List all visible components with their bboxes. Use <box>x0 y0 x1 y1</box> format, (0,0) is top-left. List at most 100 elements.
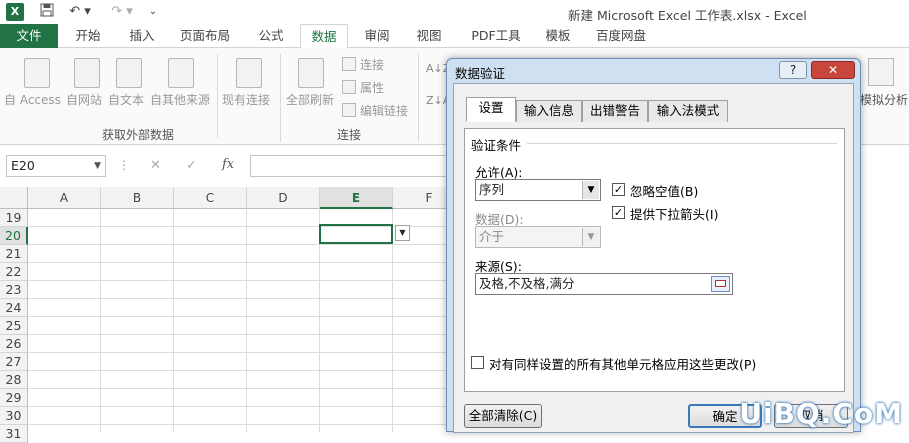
help-button[interactable]: ? <box>779 61 807 79</box>
grid-line <box>100 209 101 432</box>
web-icon <box>74 58 100 88</box>
ignore-blank-label: 忽略空值(B) <box>630 184 699 199</box>
grid-line <box>28 262 448 263</box>
cancel-icon[interactable]: ✕ <box>150 158 161 173</box>
grid-line <box>28 334 448 335</box>
other-sources-icon <box>168 58 194 88</box>
text-file-icon <box>116 58 142 88</box>
watermark-logo: UiBQ.CoM <box>739 397 903 430</box>
tab-error-alert[interactable]: 出错警告 <box>582 100 648 122</box>
enter-icon[interactable]: ✓ <box>186 158 197 173</box>
row-header-22[interactable]: 22 <box>0 263 28 281</box>
connections-icon <box>342 57 356 71</box>
chevron-down-icon[interactable]: ▼ <box>94 156 101 176</box>
column-header-c[interactable]: C <box>174 187 247 209</box>
row-header-19[interactable]: 19 <box>0 209 28 227</box>
from-text-button[interactable]: 自文本 <box>108 91 144 108</box>
from-other-sources-button[interactable]: 自其他来源 <box>150 91 210 108</box>
data-select[interactable]: 介于 ▼ <box>475 226 601 248</box>
row-header-30[interactable]: 30 <box>0 407 28 425</box>
row-header-23[interactable]: 23 <box>0 281 28 299</box>
in-cell-dropdown-checkbox[interactable]: ✓ <box>612 206 625 219</box>
tab-templates[interactable]: 模板 <box>536 24 580 48</box>
tab-settings[interactable]: 设置 <box>466 97 516 122</box>
formula-bar-dots-icon: ⋮ <box>118 158 130 172</box>
ribbon-separator <box>418 54 419 142</box>
what-if-icon <box>868 58 894 86</box>
edit-links-icon <box>342 103 356 117</box>
row-header-26[interactable]: 26 <box>0 335 28 353</box>
refresh-all-icon <box>298 58 324 88</box>
connections-button[interactable]: 连接 <box>360 56 384 73</box>
dialog-title: 数据验证 <box>455 66 506 81</box>
customize-icon[interactable]: ⌄ <box>144 3 162 21</box>
row-header-31[interactable]: 31 <box>0 425 28 443</box>
clear-all-button[interactable]: 全部清除(C) <box>464 404 542 428</box>
close-button[interactable]: ✕ <box>811 61 855 79</box>
name-box-value: E20 <box>11 158 35 173</box>
existing-connections-icon <box>236 58 262 88</box>
source-input[interactable]: 及格,不及格,满分 <box>475 273 733 295</box>
row-header-24[interactable]: 24 <box>0 299 28 317</box>
chevron-down-icon[interactable]: ▼ <box>582 181 599 199</box>
what-if-analysis-button[interactable]: 模拟分析 <box>860 91 908 108</box>
group-label-connections: 连接 <box>337 128 362 142</box>
allow-select[interactable]: 序列 ▼ <box>475 179 601 201</box>
edit-links-button[interactable]: 编辑链接 <box>360 102 408 119</box>
tab-view[interactable]: 视图 <box>406 24 452 48</box>
row-header-28[interactable]: 28 <box>0 371 28 389</box>
grid-line <box>28 388 448 389</box>
row-header-20[interactable]: 20 <box>0 227 28 245</box>
row-header-21[interactable]: 21 <box>0 245 28 263</box>
grid-line <box>173 209 174 432</box>
row-header-27[interactable]: 27 <box>0 353 28 371</box>
grid-line <box>246 209 247 432</box>
properties-icon <box>342 80 356 94</box>
active-cell-e20[interactable] <box>319 224 393 244</box>
ribbon-separator <box>217 54 218 138</box>
column-header-b[interactable]: B <box>101 187 174 209</box>
tab-ime-mode[interactable]: 输入法模式 <box>648 100 728 122</box>
save-icon[interactable] <box>38 3 56 21</box>
formula-input[interactable] <box>250 155 450 177</box>
settings-panel: 验证条件 允许(A): 序列 ▼ ✓ 忽略空值(B) ✓ 提供下拉箭头(I) 数… <box>464 128 845 392</box>
column-header-a[interactable]: A <box>28 187 101 209</box>
grid-line <box>28 298 448 299</box>
insert-function-icon[interactable]: fx <box>222 157 234 172</box>
window-title: 新建 Microsoft Excel 工作表.xlsx - Excel <box>568 8 807 23</box>
ignore-blank-checkbox[interactable]: ✓ <box>612 183 625 196</box>
chevron-down-icon[interactable]: ▼ <box>582 228 599 246</box>
tab-home[interactable]: 开始 <box>64 24 112 48</box>
name-box[interactable]: E20 ▼ <box>6 155 106 177</box>
apply-all-checkbox[interactable] <box>471 356 484 369</box>
column-header-d[interactable]: D <box>247 187 320 209</box>
from-access-button[interactable]: 自 Access <box>4 91 61 108</box>
group-label-get-external-data: 获取外部数据 <box>102 128 175 142</box>
tab-formulas[interactable]: 公式 <box>248 24 294 48</box>
column-header-e[interactable]: E <box>320 187 393 209</box>
grid-line <box>28 280 448 281</box>
tab-data[interactable]: 数据 <box>300 24 348 49</box>
tab-baidu-netdisk[interactable]: 百度网盘 <box>588 24 654 48</box>
row-header-29[interactable]: 29 <box>0 389 28 407</box>
tab-review[interactable]: 审阅 <box>354 24 400 48</box>
undo-icon[interactable]: ↶ ▾ <box>66 3 94 21</box>
tab-input-message[interactable]: 输入信息 <box>516 100 582 122</box>
dialog-body: 输入信息 出错警告 输入法模式 验证条件 允许(A): 序列 ▼ ✓ 忽略空值(… <box>453 83 854 433</box>
row-header-25[interactable]: 25 <box>0 317 28 335</box>
redo-icon[interactable]: ↷ ▾ <box>108 3 136 21</box>
existing-connections-button[interactable]: 现有连接 <box>222 91 270 108</box>
access-icon <box>24 58 50 88</box>
refresh-all-button[interactable]: 全部刷新 <box>286 91 334 108</box>
grid-line <box>28 316 448 317</box>
tab-page-layout[interactable]: 页面布局 <box>172 24 238 48</box>
select-all-corner[interactable] <box>0 187 28 209</box>
cell-dropdown-arrow-icon[interactable]: ▼ <box>395 225 410 241</box>
properties-button[interactable]: 属性 <box>360 79 384 96</box>
tab-insert[interactable]: 插入 <box>118 24 166 48</box>
collapse-dialog-icon[interactable] <box>711 276 730 292</box>
section-divider <box>527 143 837 144</box>
from-web-button[interactable]: 自网站 <box>66 91 102 108</box>
tab-pdf-tools[interactable]: PDF工具 <box>464 24 528 48</box>
tab-file[interactable]: 文件 <box>0 24 58 48</box>
